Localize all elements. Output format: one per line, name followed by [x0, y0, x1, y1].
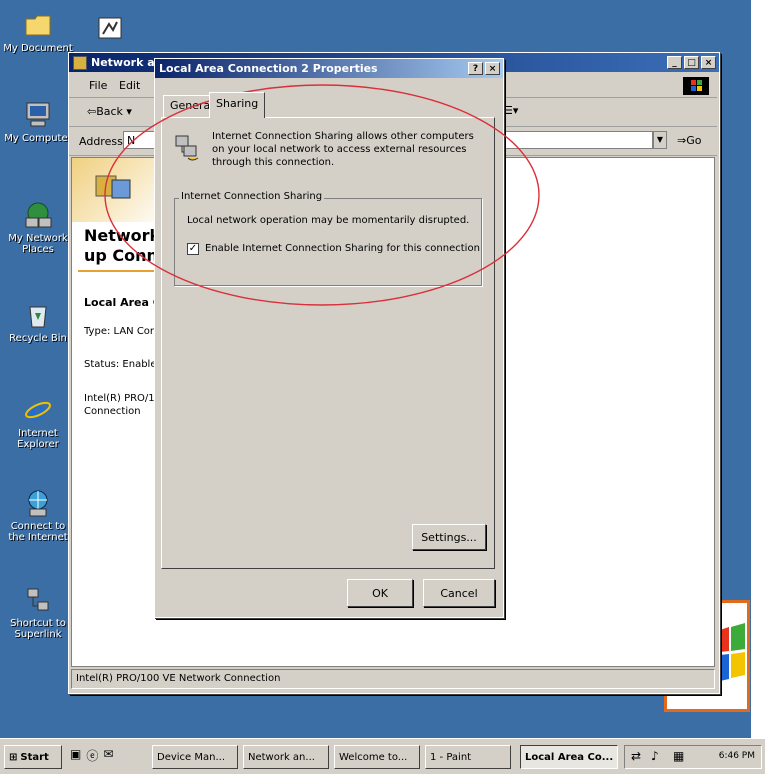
device-line-1: Intel(R) PRO/1: [84, 393, 155, 404]
windows-start-icon: ⊞: [9, 751, 18, 763]
outlook-quicklaunch-icon[interactable]: ✉: [103, 747, 113, 764]
window-shortcut-icon: [95, 14, 125, 44]
maximize-button[interactable]: □: [684, 56, 699, 69]
show-desktop-icon[interactable]: ▣: [70, 747, 81, 764]
go-label: Go: [686, 134, 702, 147]
explorer-title: Network an: [91, 56, 163, 69]
desktop-icon-shortcut[interactable]: [90, 14, 130, 47]
quick-launch: ▣ ⓔ ✉: [70, 747, 113, 764]
connect-internet-icon: [23, 488, 53, 518]
taskbar-item-local-area[interactable]: Local Area Co...: [520, 745, 618, 769]
cancel-button[interactable]: Cancel: [423, 579, 495, 607]
connection-type: Type: LAN Cor: [84, 326, 155, 337]
desktop-icon-label: My Network Places: [8, 233, 68, 255]
windows-throbber-icon: [683, 77, 709, 95]
computer-icon: [23, 100, 53, 130]
taskbar-item-label: Local Area Co...: [525, 751, 614, 763]
settings-button[interactable]: Settings...: [412, 524, 486, 550]
desktop-icon-my-network-places[interactable]: My Network Places: [2, 200, 74, 255]
superlink-icon: [23, 585, 53, 615]
internet-explorer-icon: e: [23, 395, 53, 427]
system-tray: ⇄ ♪ ▦ 6:46 PM: [624, 745, 762, 769]
network-folder-icon: [73, 55, 87, 70]
clock: 6:46 PM: [718, 751, 755, 761]
status-bar-text: Intel(R) PRO/100 VE Network Connection: [76, 673, 281, 684]
taskbar-item-label: Welcome to...: [339, 751, 408, 763]
taskbar-item-label: Device Man...: [157, 751, 226, 763]
address-dropdown-button[interactable]: ▼: [653, 131, 667, 149]
svg-text:e: e: [29, 397, 46, 425]
desktop-icon-label: Recycle Bin: [9, 333, 67, 344]
frame-right-edge: [751, 0, 765, 774]
taskbar-item-label: Network an...: [248, 751, 315, 763]
highlight-circle: [104, 84, 540, 306]
dialog-titlebar[interactable]: Local Area Connection 2 Properties ? ×: [155, 59, 503, 78]
go-button[interactable]: ⇒Go: [677, 134, 701, 147]
taskbar-item-device-manager[interactable]: Device Man...: [152, 745, 238, 769]
dialog-close-button[interactable]: ×: [485, 62, 500, 75]
desktop-icon-label: Connect to the Internet: [8, 521, 68, 543]
network-tray-icon[interactable]: ⇄: [631, 749, 641, 763]
connection-device: Intel(R) PRO/1 Connection: [84, 392, 155, 418]
desktop-icon-label: My Document: [3, 43, 73, 54]
tab-sharing[interactable]: Sharing: [209, 92, 266, 118]
desktop-icon-my-computer[interactable]: My Computer: [2, 100, 74, 144]
desktop: My Document My Computer My Network Place…: [0, 0, 751, 738]
help-button[interactable]: ?: [468, 62, 483, 75]
recycle-bin-icon: [23, 300, 53, 330]
desktop-icon-my-documents[interactable]: My Document: [2, 10, 74, 54]
desktop-icon-connect-internet[interactable]: Connect to the Internet: [2, 488, 74, 543]
minimize-button[interactable]: _: [667, 56, 682, 69]
taskbar-item-network[interactable]: Network an...: [243, 745, 329, 769]
device-line-2: Connection: [84, 406, 141, 417]
taskbar-item-welcome[interactable]: Welcome to...: [334, 745, 420, 769]
status-bar: Intel(R) PRO/100 VE Network Connection: [71, 669, 715, 689]
ie-quicklaunch-icon[interactable]: ⓔ: [86, 747, 98, 764]
volume-tray-icon[interactable]: ♪: [651, 749, 659, 763]
network-places-icon: [23, 200, 53, 230]
desktop-icon-label: Internet Explorer: [17, 428, 59, 450]
desktop-icon-label: Shortcut to Superlink: [10, 618, 66, 640]
folder-icon: [23, 10, 53, 40]
desktop-icon-label: My Computer: [4, 133, 72, 144]
ok-button[interactable]: OK: [347, 579, 413, 607]
taskbar: ⊞ Start ▣ ⓔ ✉ Device Man... Network an...…: [0, 738, 765, 774]
start-button[interactable]: ⊞ Start: [4, 745, 62, 769]
desktop-icon-internet-explorer[interactable]: e Internet Explorer: [2, 395, 74, 450]
taskbar-item-label: 1 - Paint: [430, 751, 472, 763]
connection-status: Status: Enable: [84, 359, 157, 370]
desktop-icon-shortcut-superlink[interactable]: Shortcut to Superlink: [2, 585, 74, 640]
desktop-icon-recycle-bin[interactable]: Recycle Bin: [2, 300, 74, 344]
lan-tray-icon[interactable]: ▦: [673, 749, 684, 763]
taskbar-item-paint[interactable]: 1 - Paint: [425, 745, 511, 769]
start-label: Start: [20, 751, 49, 763]
close-button[interactable]: ×: [701, 56, 716, 69]
dialog-title: Local Area Connection 2 Properties: [159, 62, 378, 75]
